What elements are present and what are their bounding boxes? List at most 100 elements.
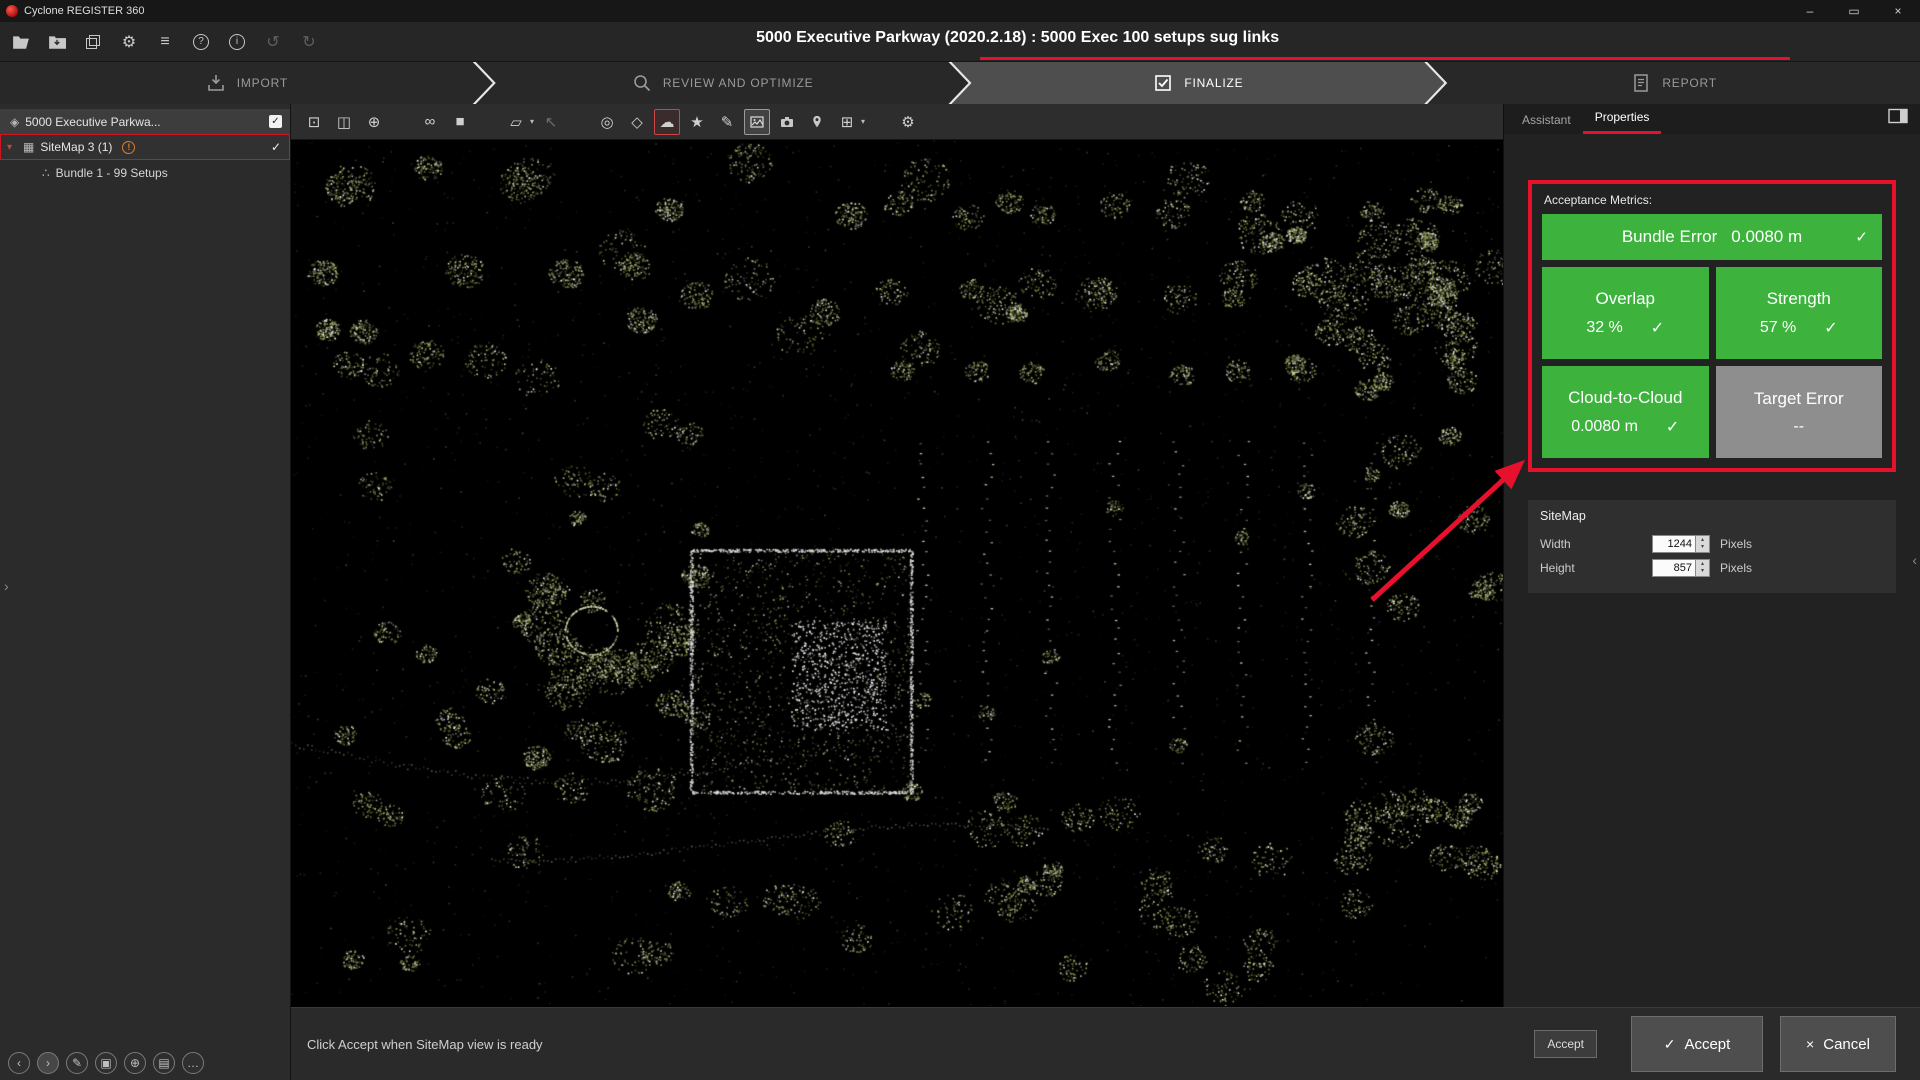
- redo-icon[interactable]: ↻: [298, 31, 320, 53]
- window-controls: – ▭ ×: [1788, 0, 1920, 22]
- camera-icon[interactable]: [774, 109, 800, 135]
- sitemap-heading: SiteMap: [1540, 509, 1884, 523]
- strength-label: Strength: [1767, 289, 1831, 309]
- help-icon[interactable]: ?: [190, 31, 212, 53]
- cloud-to-cloud-check-icon: ✓: [1666, 417, 1679, 437]
- minimize-button[interactable]: –: [1788, 0, 1832, 22]
- target-error-metric: Target Error --: [1716, 366, 1883, 458]
- titlebar: Cyclone REGISTER 360 – ▭ ×: [0, 0, 1920, 22]
- image-view-icon[interactable]: [744, 109, 770, 135]
- zoom-window-icon[interactable]: ⊕: [361, 109, 387, 135]
- cloud-to-cloud-label: Cloud-to-Cloud: [1568, 388, 1682, 408]
- project-checkbox[interactable]: ✓: [269, 115, 282, 128]
- strength-value: 57 %: [1760, 319, 1796, 337]
- accept-check-icon: ✓: [1664, 1036, 1676, 1053]
- settings-gear-icon[interactable]: ⚙: [118, 31, 140, 53]
- sidebar-collapse-handle[interactable]: ›: [4, 578, 9, 594]
- height-unit-label: Pixels: [1720, 561, 1752, 575]
- target-icon[interactable]: ◎: [594, 109, 620, 135]
- app-logo-icon: [6, 5, 18, 17]
- overlap-label: Overlap: [1595, 289, 1655, 309]
- tab-properties[interactable]: Properties: [1583, 104, 1662, 134]
- sitemap-canvas-area: ⊡ ◫ ⊕ ∞ ■ ▱▾ ↖ ◎ ◇ ☁ ★ ✎: [291, 104, 1503, 1007]
- layers-icon[interactable]: [82, 31, 104, 53]
- measure-ruler-icon[interactable]: ▱: [503, 109, 529, 135]
- edit-button[interactable]: ✎: [66, 1052, 88, 1074]
- import-folder-icon[interactable]: [46, 31, 68, 53]
- project-icon: ◈: [10, 115, 19, 129]
- window-select-icon[interactable]: ◫: [331, 109, 357, 135]
- nav-next-button[interactable]: ›: [37, 1052, 59, 1074]
- import-icon: [205, 72, 227, 94]
- height-input[interactable]: [1652, 559, 1696, 577]
- zoom-button[interactable]: ⊕: [124, 1052, 146, 1074]
- tree-item-bundle-label: Bundle 1 - 99 Setups: [56, 166, 168, 180]
- width-stepper[interactable]: ▴▾: [1696, 535, 1710, 553]
- undo-icon[interactable]: ↺: [262, 31, 284, 53]
- link-icon[interactable]: ∞: [417, 109, 443, 135]
- tree-item-sitemap[interactable]: ▾ ▦ SiteMap 3 (1) ! ✓: [0, 134, 290, 160]
- bundle-icon: ∴: [42, 166, 50, 180]
- tab-review-and-optimize[interactable]: REVIEW AND OPTIMIZE: [476, 62, 969, 104]
- sitemap-icon: ▦: [23, 140, 34, 154]
- tab-import[interactable]: IMPORT: [0, 62, 493, 104]
- strength-check-icon: ✓: [1824, 318, 1837, 338]
- sitemap-check-icon[interactable]: ✓: [271, 140, 281, 154]
- pin-icon[interactable]: [804, 109, 830, 135]
- sidebar-footer-toolbar: ‹ › ✎ ▣ ⊕ ▤ …: [8, 1052, 204, 1074]
- pick-cloud-icon[interactable]: ⊡: [301, 109, 327, 135]
- strength-metric: Strength 57 % ✓: [1716, 267, 1883, 359]
- close-button[interactable]: ×: [1876, 0, 1920, 22]
- cursor-select-icon[interactable]: ↖: [538, 109, 564, 135]
- sitemap-properties-section: SiteMap Width ▴▾ Pixels Height: [1528, 500, 1896, 593]
- black-square-icon[interactable]: ■: [447, 109, 473, 135]
- setups-star-icon[interactable]: ★: [684, 109, 710, 135]
- sitemap-height-row: Height ▴▾ Pixels: [1540, 556, 1884, 580]
- tree-item-project[interactable]: ◈ 5000 Executive Parkwa... ✓: [0, 109, 290, 134]
- tab-report[interactable]: REPORT: [1427, 62, 1920, 104]
- target-error-label: Target Error: [1754, 389, 1844, 409]
- overlap-metric: Overlap 32 % ✓: [1542, 267, 1709, 359]
- canvas-toolbar: ⊡ ◫ ⊕ ∞ ■ ▱▾ ↖ ◎ ◇ ☁ ★ ✎: [291, 104, 1503, 140]
- report-icon: [1630, 72, 1652, 94]
- tab-finalize[interactable]: FINALIZE: [952, 62, 1445, 104]
- cancel-button[interactable]: × Cancel: [1780, 1016, 1896, 1072]
- warning-icon: !: [122, 141, 135, 154]
- point-cloud-viewport[interactable]: [291, 140, 1503, 1006]
- accept-small-button[interactable]: Accept: [1534, 1030, 1597, 1058]
- nav-previous-button[interactable]: ‹: [8, 1052, 30, 1074]
- grid-view-icon[interactable]: ⊞: [834, 109, 860, 135]
- width-label: Width: [1540, 537, 1652, 551]
- list-icon[interactable]: ≡: [154, 31, 176, 53]
- annotate-pen-icon[interactable]: ✎: [714, 109, 740, 135]
- info-icon[interactable]: i: [226, 31, 248, 53]
- bundle-error-check-icon: ✓: [1855, 228, 1868, 246]
- height-stepper[interactable]: ▴▾: [1696, 559, 1710, 577]
- grid-dropdown-caret[interactable]: ▾: [861, 117, 865, 126]
- panel-collapse-handle[interactable]: ‹: [1912, 552, 1917, 568]
- app-window: Cyclone REGISTER 360 – ▭ × ⚙ ≡ ? i ↺ ↻ 5…: [0, 0, 1920, 1080]
- adjust-settings-icon[interactable]: ⚙: [895, 109, 921, 135]
- restore-button[interactable]: ▭: [1832, 0, 1876, 22]
- tab-assistant[interactable]: Assistant: [1510, 107, 1583, 134]
- screen-view-button[interactable]: ▤: [153, 1052, 175, 1074]
- status-bar: Click Accept when SiteMap view is ready …: [291, 1007, 1920, 1080]
- ruler-dropdown-caret[interactable]: ▾: [530, 117, 534, 126]
- point-cloud-icon[interactable]: ☁: [654, 109, 680, 135]
- expand-arrow-icon[interactable]: ▾: [7, 142, 17, 153]
- tile-view-button[interactable]: ▣: [95, 1052, 117, 1074]
- panel-layout-icon[interactable]: [1888, 108, 1908, 129]
- cloud-to-cloud-value: 0.0080 m: [1571, 418, 1638, 436]
- workflow-tabbar: IMPORT REVIEW AND OPTIMIZE FINALIZE REPO…: [0, 62, 1920, 104]
- open-folder-icon[interactable]: [10, 31, 32, 53]
- more-options-button[interactable]: …: [182, 1052, 204, 1074]
- annotation-acceptance-metrics-box: Acceptance Metrics: Bundle Error 0.0080 …: [1528, 180, 1896, 472]
- tag-icon[interactable]: ◇: [624, 109, 650, 135]
- accept-button[interactable]: ✓ Accept: [1631, 1016, 1763, 1072]
- sitemap-width-row: Width ▴▾ Pixels: [1540, 532, 1884, 556]
- width-input[interactable]: [1652, 535, 1696, 553]
- height-label: Height: [1540, 561, 1652, 575]
- panel-tabbar: Assistant Properties: [1504, 104, 1920, 134]
- cloud-to-cloud-metric: Cloud-to-Cloud 0.0080 m ✓: [1542, 366, 1709, 458]
- tree-item-bundle[interactable]: ∴ Bundle 1 - 99 Setups: [0, 160, 290, 185]
